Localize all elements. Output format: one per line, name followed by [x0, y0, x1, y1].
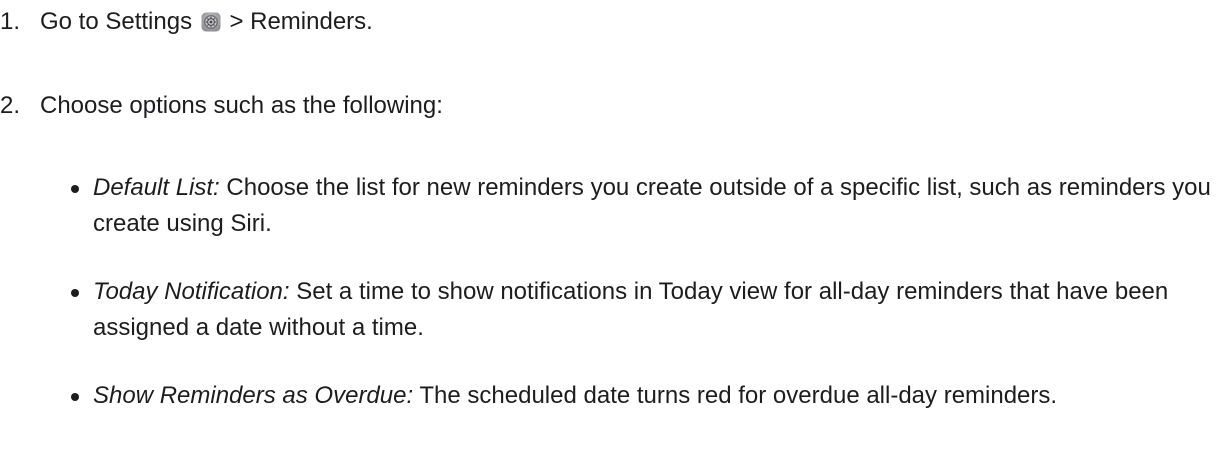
bullet-dot	[71, 393, 79, 401]
list-item: Default List: Choose the list for new re…	[71, 170, 1223, 242]
option-term: Default List:	[93, 174, 220, 201]
bullet-dot	[71, 185, 79, 193]
step-1: 1. Go to Settings > Reminders.	[0, 4, 373, 40]
instructions-document: 1. Go to Settings > Reminders. 2. Choose…	[0, 0, 1231, 470]
option-description: The scheduled date turns red for overdue…	[419, 382, 1058, 409]
settings-gear-icon	[201, 12, 221, 32]
option-description: Choose the list for new reminders you cr…	[93, 174, 1211, 237]
step-2: 2. Choose options such as the following:	[0, 88, 443, 124]
option-term: Today Notification:	[93, 278, 290, 305]
bullet-dot	[71, 289, 79, 297]
list-item: Today Notification: Set a time to show n…	[71, 274, 1223, 346]
step-text: Go to Settings	[40, 8, 193, 35]
option-term: Show Reminders as Overdue:	[93, 382, 414, 409]
step-text: Choose options such as the following:	[40, 92, 443, 119]
step-number: 1.	[0, 8, 21, 35]
list-item: Show Reminders as Overdue: The scheduled…	[71, 378, 1223, 414]
step-text-continued: > Reminders.	[229, 8, 373, 35]
step-number: 2.	[0, 92, 21, 119]
